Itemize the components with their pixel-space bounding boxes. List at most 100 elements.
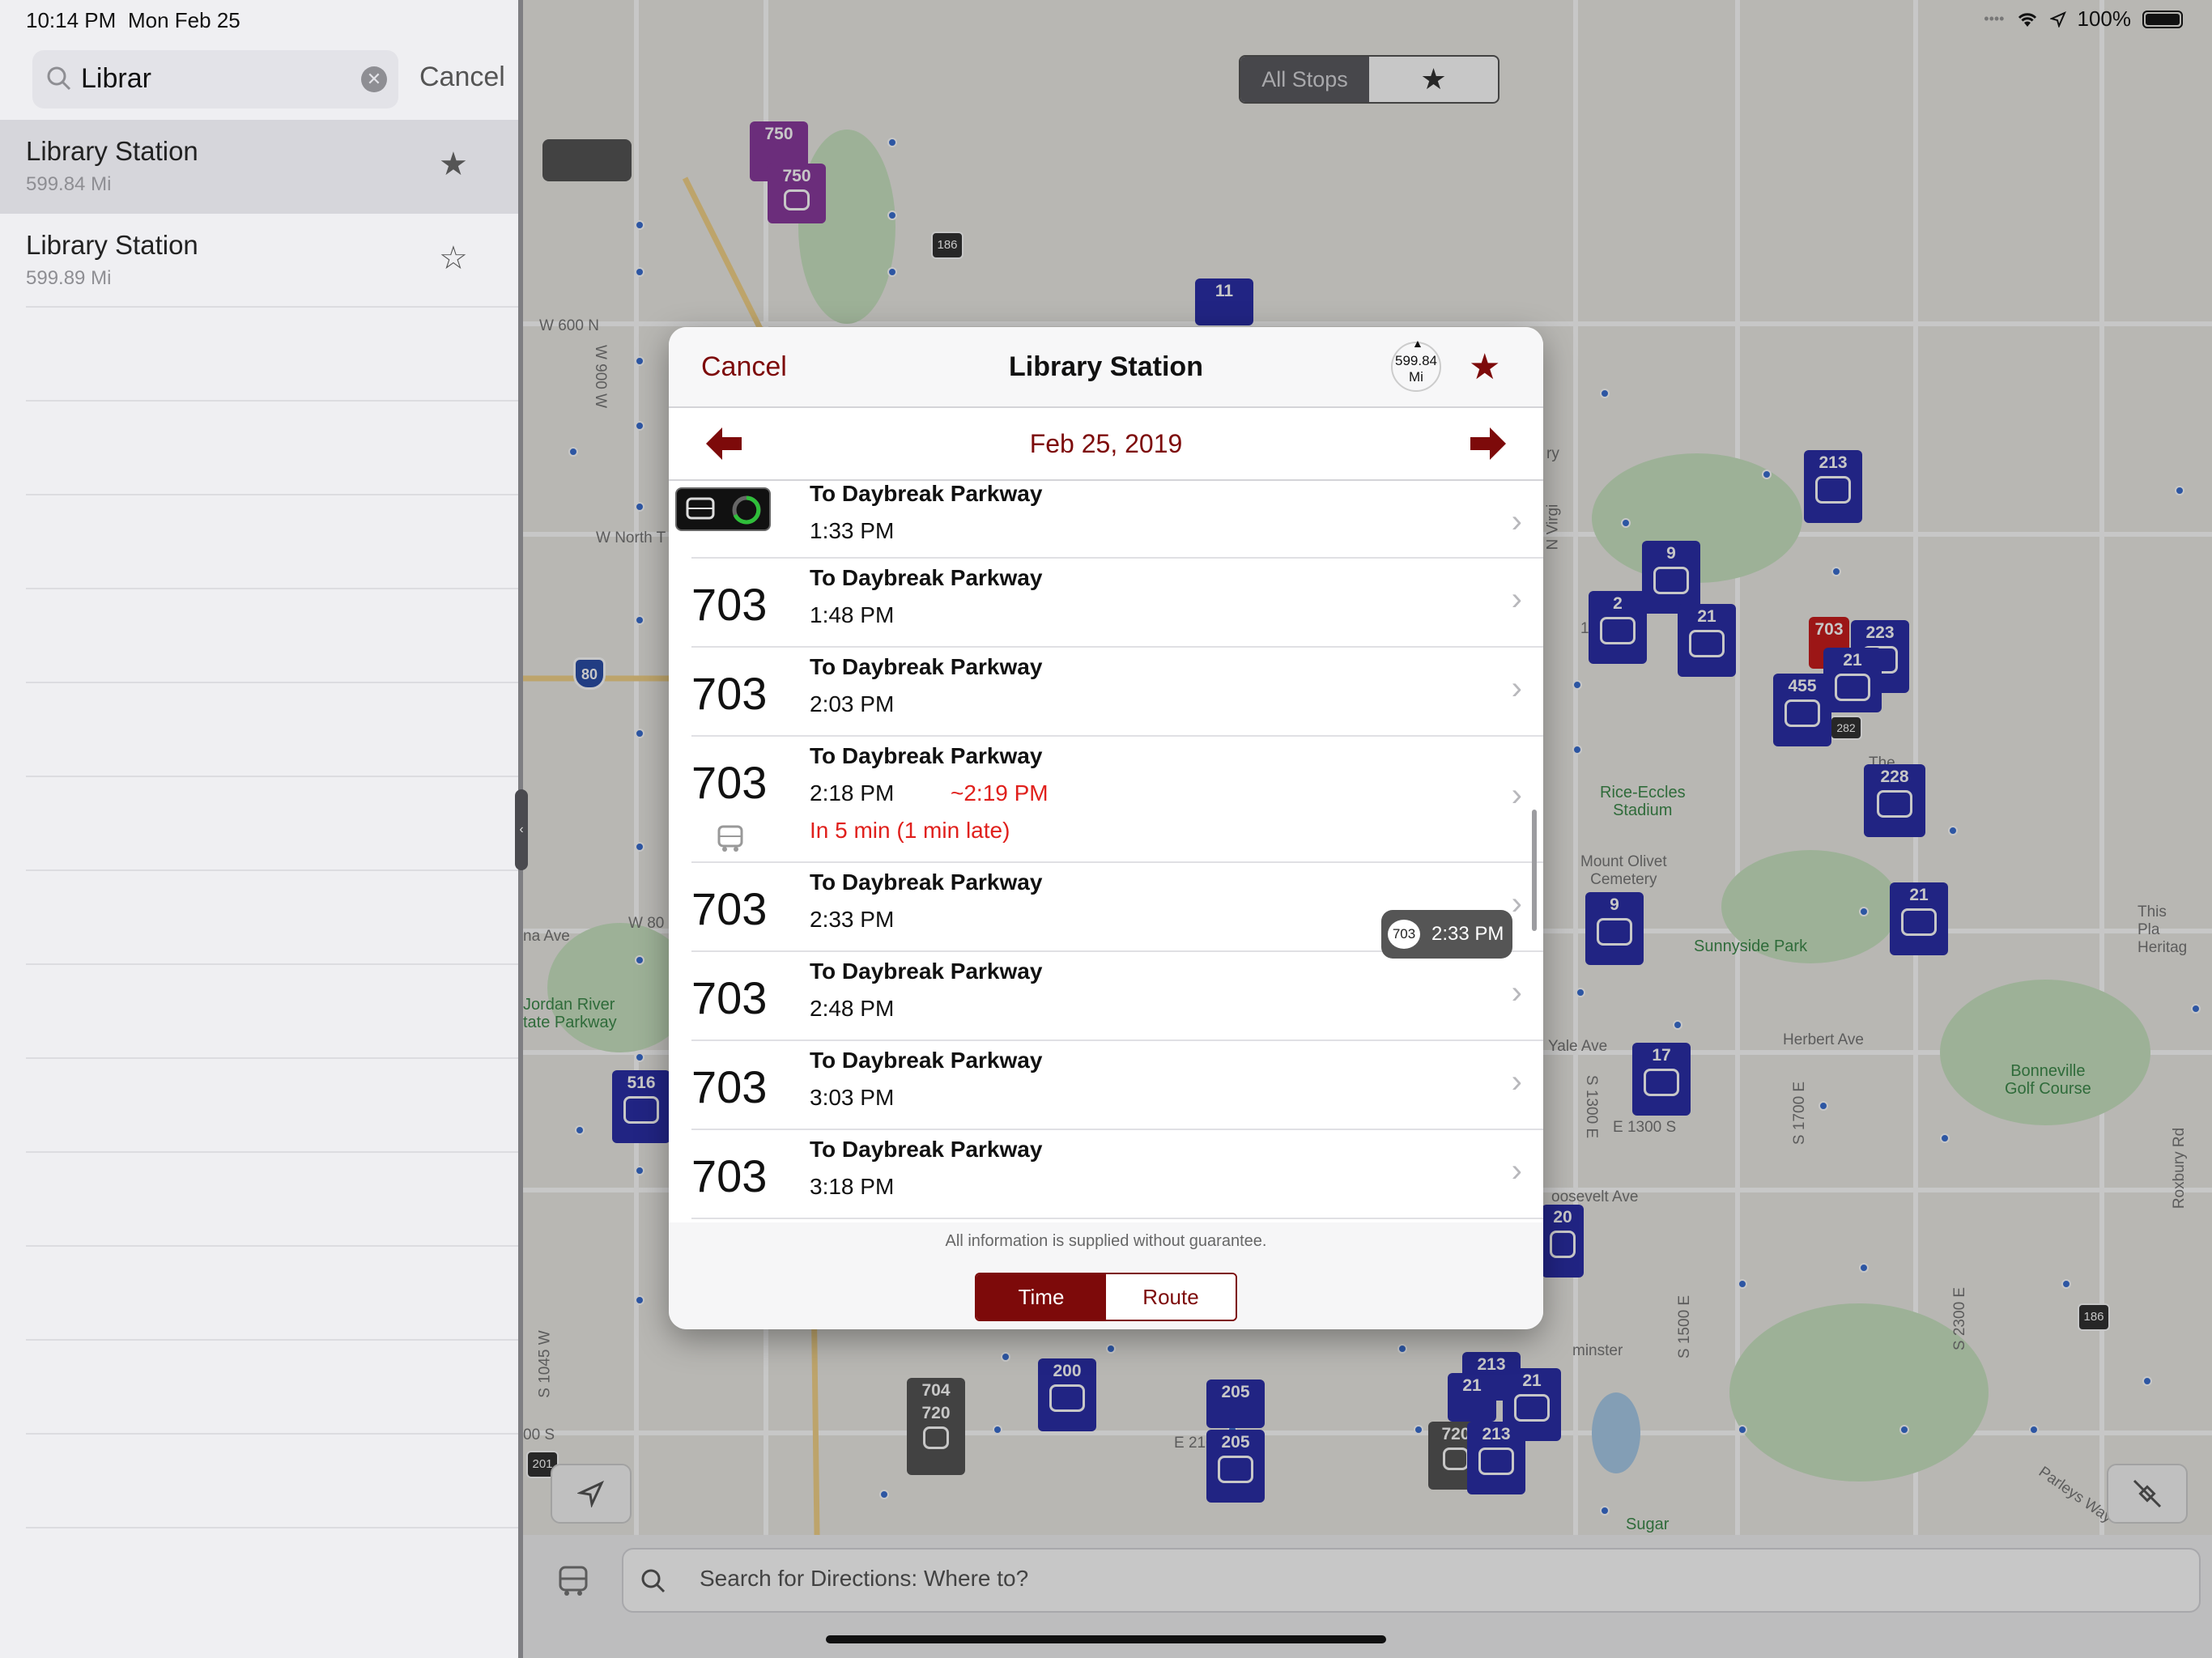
result-distance: 599.89 Mi xyxy=(26,267,112,289)
search-result-item[interactable]: Library Station 599.89 Mi ☆ xyxy=(0,214,518,308)
route-number: 703 xyxy=(691,579,768,630)
departure-row[interactable]: 703 To Daybreak Parkway 1:48 PM › xyxy=(691,559,1543,648)
list-separator xyxy=(26,306,518,308)
search-icon xyxy=(47,66,71,91)
search-result-item[interactable]: Library Station 599.84 Mi ★ xyxy=(0,120,518,214)
departure-destination: To Daybreak Parkway xyxy=(810,481,1043,506)
result-name: Library Station xyxy=(26,230,198,260)
search-row: Librar ✕ Cancel xyxy=(32,50,518,108)
list-separator xyxy=(26,682,518,683)
status-date: Mon Feb 25 xyxy=(128,8,240,32)
departure-destination: To Daybreak Parkway xyxy=(810,565,1043,590)
bus-icon xyxy=(686,497,715,520)
disclaimer-text: All information is supplied without guar… xyxy=(945,1232,1267,1250)
next-day-arrow-icon[interactable] xyxy=(1469,426,1508,461)
location-arrow-icon xyxy=(2049,11,2066,28)
departure-row[interactable]: To Daybreak Parkway 1:33 PM › xyxy=(675,481,1543,559)
departure-row[interactable]: 703 To Daybreak Parkway 2:03 PM › xyxy=(691,648,1543,737)
clear-search-icon[interactable]: ✕ xyxy=(361,66,387,92)
modal-header: Cancel Library Station ▲ 599.84 Mi ★ xyxy=(669,327,1543,408)
status-time: 10:14 PM xyxy=(26,8,117,32)
list-separator xyxy=(26,963,518,965)
search-sidebar: Librar ✕ Cancel Library Station 599.84 M… xyxy=(0,0,518,1658)
list-scrollbar[interactable] xyxy=(1532,810,1537,931)
battery-icon xyxy=(2142,10,2183,28)
favorite-star-filled-icon[interactable]: ★ xyxy=(439,146,468,183)
battery-percent: 100% xyxy=(2077,6,2132,31)
bus-icon xyxy=(717,825,743,852)
departure-time: 3:18 PM xyxy=(810,1174,895,1199)
list-separator xyxy=(26,1151,518,1153)
list-separator xyxy=(26,1057,518,1059)
time-tab[interactable]: Time xyxy=(976,1274,1106,1320)
arrival-status: In 5 min (1 min late) xyxy=(810,818,1010,843)
favorite-star-outline-icon[interactable]: ☆ xyxy=(439,240,468,277)
departure-time: 1:33 PM xyxy=(810,518,895,543)
departure-row[interactable]: 703 To Daybreak Parkway 2:18 PM ~2:19 PM… xyxy=(691,737,1543,863)
list-separator xyxy=(26,1245,518,1247)
sort-segmented-control[interactable]: Time Route xyxy=(975,1273,1237,1321)
departure-time: 3:03 PM xyxy=(810,1085,895,1110)
search-cancel-button[interactable]: Cancel xyxy=(419,62,505,93)
departures-list: To Daybreak Parkway 1:33 PM › 703 To Day… xyxy=(669,481,1543,1222)
list-separator xyxy=(26,1433,518,1435)
list-separator xyxy=(26,494,518,495)
route-number: 703 xyxy=(691,1061,768,1112)
departure-destination: To Daybreak Parkway xyxy=(810,1048,1043,1073)
result-distance: 599.84 Mi xyxy=(26,173,112,195)
live-tracking-ring-icon xyxy=(732,495,761,525)
departure-time: 2:33 PM xyxy=(810,907,895,932)
chevron-right-icon: › xyxy=(1511,670,1522,706)
status-indicators: •••• 100% xyxy=(1984,6,2183,32)
chevron-right-icon: › xyxy=(1511,1153,1522,1188)
stop-departures-modal: Cancel Library Station ▲ 599.84 Mi ★ Feb… xyxy=(669,327,1543,1329)
route-circle-badge: 703 xyxy=(1388,920,1420,949)
wifi-icon xyxy=(2018,12,2036,27)
list-separator xyxy=(26,588,518,589)
list-separator xyxy=(26,1339,518,1341)
signal-icon: •••• xyxy=(1984,11,2005,27)
home-indicator[interactable] xyxy=(826,1635,1386,1643)
chevron-right-icon: › xyxy=(1511,581,1522,617)
departure-destination: To Daybreak Parkway xyxy=(810,959,1043,984)
departure-destination: To Daybreak Parkway xyxy=(810,743,1043,768)
route-number: 703 xyxy=(691,1150,768,1201)
sidebar-collapse-handle[interactable]: ‹ xyxy=(515,789,528,870)
route-number: 703 xyxy=(691,972,768,1023)
departure-row[interactable]: 703 To Daybreak Parkway 2:48 PM › xyxy=(691,952,1543,1041)
departure-destination: To Daybreak Parkway xyxy=(810,1137,1043,1162)
distance-value: 599.84 xyxy=(1395,353,1437,368)
departure-destination: To Daybreak Parkway xyxy=(810,869,1043,895)
departure-row[interactable]: 703 To Daybreak Parkway 3:18 PM › xyxy=(691,1130,1543,1219)
modal-footer: All information is supplied without guar… xyxy=(669,1222,1543,1329)
list-separator xyxy=(26,400,518,402)
distance-unit: Mi xyxy=(1409,369,1423,385)
departure-destination: To Daybreak Parkway xyxy=(810,654,1043,679)
chevron-right-icon: › xyxy=(1511,886,1522,921)
result-name: Library Station xyxy=(26,136,198,166)
departure-time: 2:18 PM xyxy=(810,780,895,806)
departure-time: 2:48 PM xyxy=(810,996,895,1021)
status-bar: 10:14 PM Mon Feb 25 •••• 100% xyxy=(0,0,2212,37)
route-number: 703 xyxy=(691,757,768,808)
search-value: Librar xyxy=(81,63,151,94)
list-separator xyxy=(26,869,518,871)
distance-compass: ▲ 599.84 Mi xyxy=(1391,337,1441,392)
chevron-right-icon: › xyxy=(1511,975,1522,1010)
departure-time: 2:03 PM xyxy=(810,691,895,716)
departure-time: 1:48 PM xyxy=(810,602,895,627)
live-vehicle-badge xyxy=(675,487,771,531)
list-separator xyxy=(26,776,518,777)
realtime-estimate: ~2:19 PM xyxy=(951,780,1049,806)
route-number: 703 xyxy=(691,668,768,719)
favorite-star-icon[interactable]: ★ xyxy=(1469,346,1500,388)
route-tab[interactable]: Route xyxy=(1106,1274,1236,1320)
indicator-time: 2:33 PM xyxy=(1431,923,1504,945)
departure-row[interactable]: 703 To Daybreak Parkway 3:03 PM › xyxy=(691,1041,1543,1130)
list-separator xyxy=(26,1527,518,1528)
date-navigator: Feb 25, 2019 xyxy=(669,408,1543,481)
chevron-right-icon: › xyxy=(1511,504,1522,539)
chevron-right-icon: › xyxy=(1511,777,1522,813)
search-input[interactable]: Librar ✕ xyxy=(32,50,398,108)
selected-date: Feb 25, 2019 xyxy=(1029,429,1183,458)
